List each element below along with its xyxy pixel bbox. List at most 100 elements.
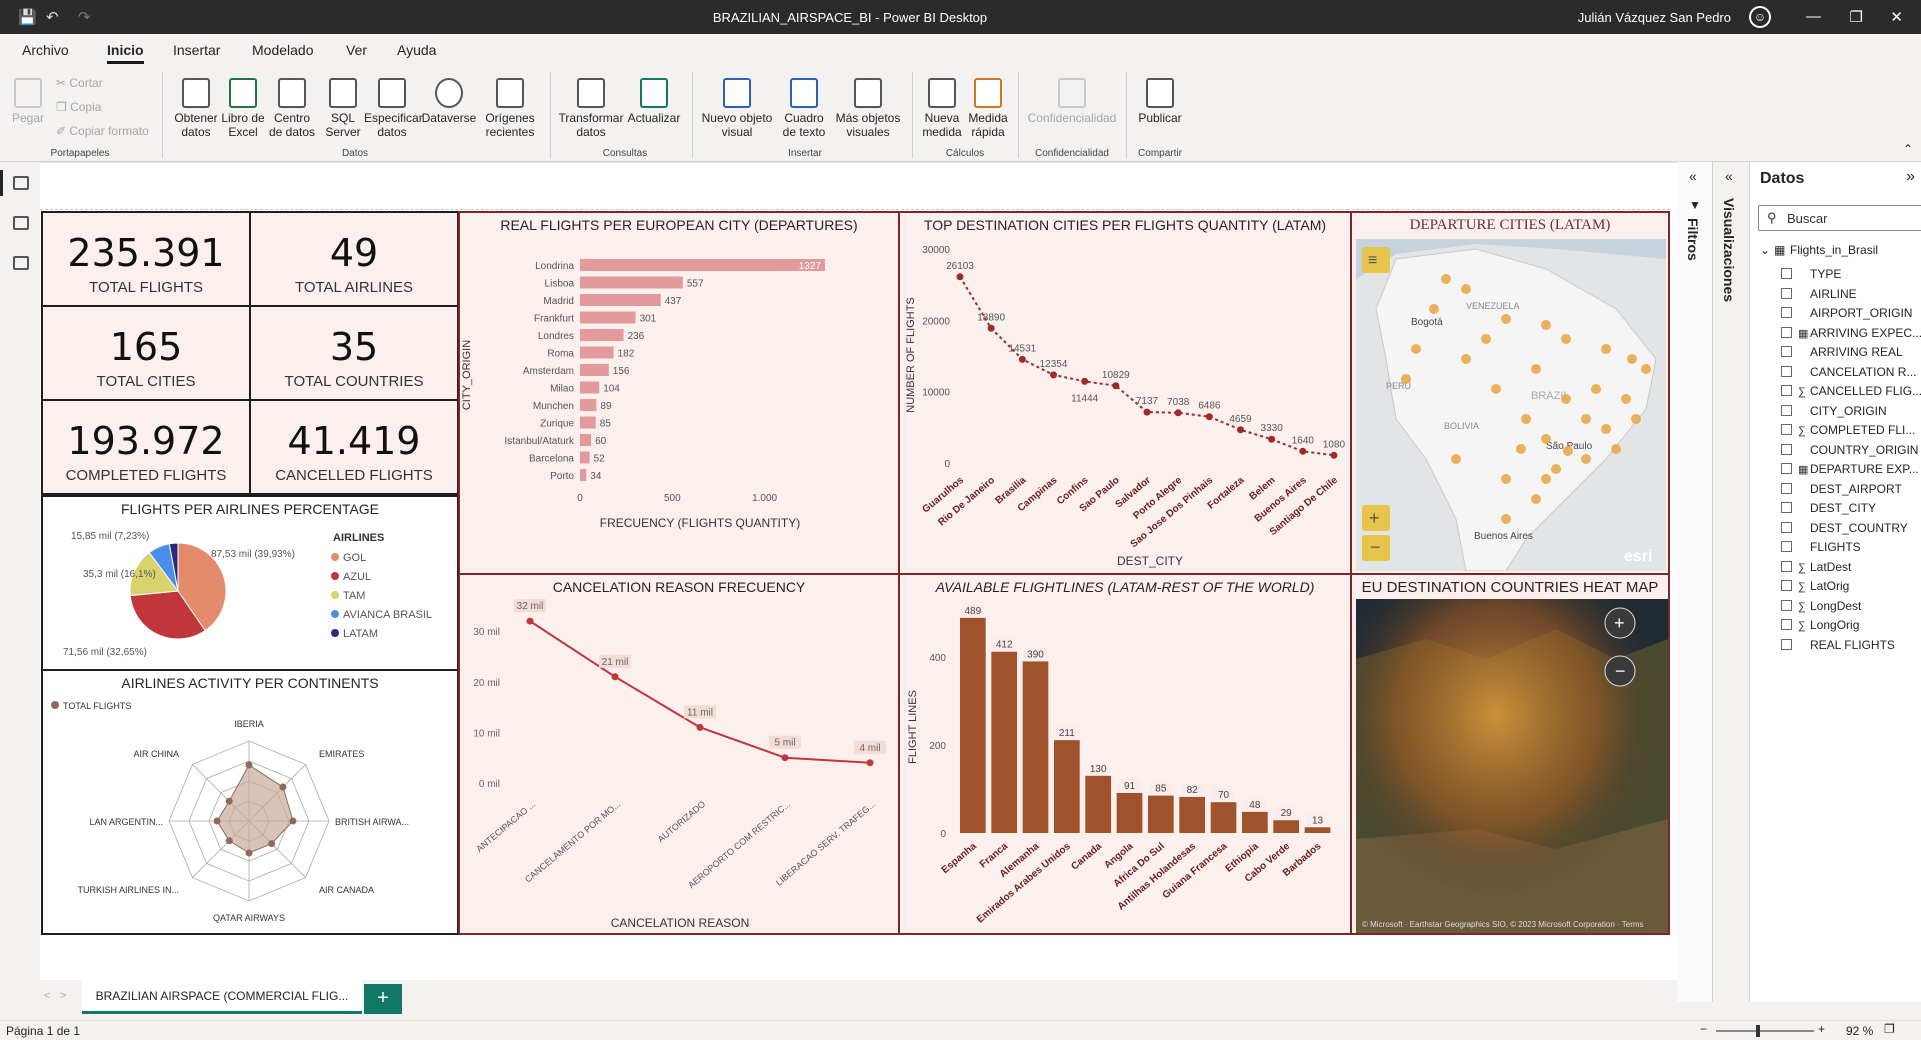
city-marker[interactable] xyxy=(1627,354,1637,364)
kpi-total-airlines[interactable]: 49 TOTAL AIRLINES xyxy=(249,211,459,307)
city-marker[interactable] xyxy=(1521,414,1531,424)
field-checkbox[interactable] xyxy=(1781,346,1792,357)
field-item[interactable]: ∑ LatDest xyxy=(1760,557,1921,577)
kpi-total-cities[interactable]: 165 TOTAL CITIES xyxy=(41,305,251,401)
field-item[interactable]: ∑ COMPLETED FLI... xyxy=(1760,420,1921,440)
city-marker[interactable] xyxy=(1541,320,1551,330)
city-marker[interactable] xyxy=(1591,384,1601,394)
city-marker[interactable] xyxy=(1631,414,1641,424)
user-name[interactable]: Julián Vázquez San Pedro xyxy=(1578,10,1731,25)
collapse-data-pane-icon[interactable]: » xyxy=(1906,168,1915,186)
field-item[interactable]: DEST_CITY xyxy=(1760,498,1921,518)
especificar-datos-button[interactable]: Especificar datos xyxy=(364,74,423,139)
restore-icon[interactable]: ❐ xyxy=(1850,8,1863,26)
transformar-datos-button[interactable]: Transformar datos xyxy=(558,74,624,139)
city-marker[interactable] xyxy=(1501,514,1511,524)
table-node[interactable]: ⌄ ▦ Flights_in_Brasil xyxy=(1760,240,1921,260)
field-item[interactable]: AIRLINE xyxy=(1760,284,1921,304)
origenes-recientes-button[interactable]: Orígenes recientes xyxy=(478,74,542,139)
city-marker[interactable] xyxy=(1401,374,1411,384)
field-checkbox[interactable] xyxy=(1781,326,1792,338)
cut-button[interactable]: ✂ Cortar xyxy=(56,76,103,90)
field-checkbox[interactable] xyxy=(1781,404,1792,416)
city-marker[interactable] xyxy=(1581,454,1591,464)
confidencialidad-button[interactable]: Confidencialidad xyxy=(1024,74,1120,125)
cuadro-texto-button[interactable]: Cuadro de texto xyxy=(776,74,832,139)
field-checkbox[interactable] xyxy=(1781,385,1792,396)
city-marker[interactable] xyxy=(1531,364,1541,374)
field-item[interactable]: AIRPORT_ORIGIN xyxy=(1760,303,1921,323)
report-view-icon[interactable] xyxy=(13,176,29,190)
zoom-slider[interactable] xyxy=(1716,1030,1814,1032)
field-checkbox[interactable] xyxy=(1781,482,1792,494)
close-icon[interactable]: ✕ xyxy=(1890,8,1903,26)
city-marker[interactable] xyxy=(1611,444,1621,454)
user-avatar-icon[interactable]: ☺ xyxy=(1749,6,1771,28)
field-item[interactable]: CANCELATION R... xyxy=(1760,362,1921,382)
field-checkbox[interactable] xyxy=(1781,287,1792,299)
city-marker[interactable] xyxy=(1541,434,1551,444)
city-marker[interactable] xyxy=(1451,454,1461,464)
field-checkbox[interactable] xyxy=(1781,268,1792,279)
city-marker[interactable] xyxy=(1491,384,1501,394)
field-checkbox[interactable] xyxy=(1781,599,1792,611)
expand-filters-icon[interactable]: « xyxy=(1689,168,1697,184)
field-checkbox[interactable] xyxy=(1781,580,1792,591)
city-marker[interactable] xyxy=(1621,394,1631,404)
collapse-ribbon-icon[interactable]: ⌃ xyxy=(1903,142,1913,156)
zoom-level[interactable]: 92 % xyxy=(1846,1024,1873,1038)
field-checkbox[interactable] xyxy=(1781,541,1792,552)
city-marker[interactable] xyxy=(1601,424,1611,434)
city-marker[interactable] xyxy=(1461,284,1471,294)
search-input[interactable]: ⚲ Buscar xyxy=(1758,205,1921,231)
city-marker[interactable] xyxy=(1561,394,1571,404)
medida-rapida-button[interactable]: Medida rápida xyxy=(964,74,1012,139)
add-page-button[interactable]: + xyxy=(364,984,402,1014)
minimize-icon[interactable]: — xyxy=(1806,8,1821,25)
viz-pane-collapsed[interactable]: « Visualizaciones xyxy=(1713,162,1749,1002)
menu-ver[interactable]: Ver xyxy=(346,42,367,58)
city-marker[interactable] xyxy=(1601,344,1611,354)
publicar-button[interactable]: Publicar xyxy=(1132,74,1188,125)
field-checkbox[interactable] xyxy=(1781,521,1792,533)
latam-line-chart-visual[interactable]: TOP DESTINATION CITIES PER FLIGHTS QUANT… xyxy=(898,211,1352,575)
filters-pane-collapsed[interactable]: « ▼ Filtros xyxy=(1677,162,1713,1002)
city-marker[interactable] xyxy=(1481,334,1491,344)
cancel-line-chart-visual[interactable]: CANCELATION REASON FRECUENCY 0 mil 10 mil… xyxy=(458,573,900,935)
field-item[interactable]: TYPE xyxy=(1760,264,1921,284)
field-item[interactable]: ∑ LongDest xyxy=(1760,596,1921,616)
heat-map-visual[interactable]: EU DESTINATION COUNTRIES HEAT MAP + − © … xyxy=(1350,573,1670,935)
kpi-total-flights[interactable]: 235.391 TOTAL FLIGHTS xyxy=(41,211,251,307)
city-marker[interactable] xyxy=(1429,304,1439,314)
field-item[interactable]: ARRIVING REAL xyxy=(1760,342,1921,362)
field-item[interactable]: DEST_AIRPORT xyxy=(1760,479,1921,499)
field-checkbox[interactable] xyxy=(1781,560,1792,572)
city-marker[interactable] xyxy=(1641,364,1651,374)
city-marker[interactable] xyxy=(1581,414,1591,424)
centro-datos-button[interactable]: Centro de datos xyxy=(266,74,318,139)
dataverse-button[interactable]: Dataverse xyxy=(420,74,478,125)
excel-button[interactable]: Libro de Excel xyxy=(220,74,266,139)
menu-modelado[interactable]: Modelado xyxy=(252,42,314,58)
field-item[interactable]: REAL FLIGHTS xyxy=(1760,635,1921,655)
field-item[interactable]: ∑ CANCELLED FLIG... xyxy=(1760,381,1921,401)
eu-bar-chart-visual[interactable]: REAL FLIGHTS PER EUROPEAN CITY (DEPARTUR… xyxy=(458,211,900,575)
city-marker[interactable] xyxy=(1561,334,1571,344)
field-checkbox[interactable] xyxy=(1781,638,1792,650)
obtener-datos-button[interactable]: Obtener datos xyxy=(170,74,222,139)
next-page-icon[interactable]: > xyxy=(60,990,66,1002)
menu-inicio[interactable]: Inicio xyxy=(107,42,144,64)
departure-map-visual[interactable]: DEPARTURE CITIES (LATAM) ≡ + − VENEZUELA… xyxy=(1350,211,1670,575)
format-painter-button[interactable]: ✐ Copiar formato xyxy=(56,124,149,138)
field-checkbox[interactable] xyxy=(1781,502,1792,513)
expand-viz-icon[interactable]: « xyxy=(1725,168,1733,184)
field-item[interactable]: ∑ LongOrig xyxy=(1760,615,1921,635)
city-marker[interactable] xyxy=(1461,354,1471,364)
city-marker[interactable] xyxy=(1441,274,1451,284)
city-marker[interactable] xyxy=(1501,474,1511,484)
city-marker[interactable] xyxy=(1563,446,1573,456)
model-view-icon[interactable] xyxy=(13,256,29,270)
sql-server-button[interactable]: SQL Server xyxy=(322,74,364,139)
city-marker[interactable] xyxy=(1551,464,1561,474)
city-marker[interactable] xyxy=(1411,344,1421,354)
